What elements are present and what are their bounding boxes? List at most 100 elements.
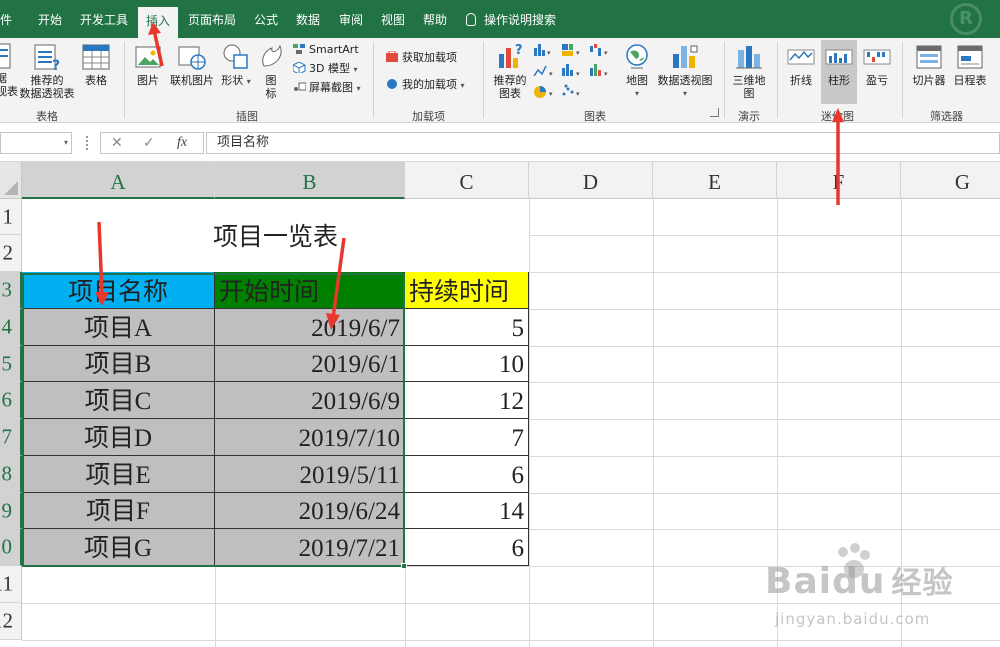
row-header-12[interactable]: 12 [0, 603, 22, 640]
table-cell[interactable]: 14 [405, 493, 529, 529]
tab-review[interactable]: 审阅 [339, 0, 363, 38]
svg-text:▾: ▾ [549, 90, 553, 98]
table-cell[interactable]: 2019/6/7 [215, 309, 405, 346]
line-sparkline-button[interactable]: 折线 [783, 42, 819, 87]
winloss-sparkline-button[interactable]: 盈亏 [859, 42, 895, 87]
table-button[interactable]: 表格 [79, 42, 113, 87]
column-header-g[interactable]: G [901, 162, 1000, 199]
name-box[interactable]: ▾ [0, 132, 72, 154]
row-header-1[interactable]: 1 [0, 199, 22, 235]
table-cell[interactable]: 6 [405, 529, 529, 566]
row-header-7[interactable]: 7 [0, 419, 22, 456]
tell-me-search[interactable]: 操作说明搜索 [466, 0, 556, 38]
table-cell[interactable]: 项目B [22, 346, 215, 382]
table-cell[interactable]: 项目E [22, 456, 215, 493]
get-addins-button[interactable]: 获取加载项 [386, 49, 457, 66]
online-picture-button[interactable]: 联机图片 [166, 42, 218, 87]
column-sparkline-button[interactable]: 柱形 [821, 40, 857, 104]
row-header-8[interactable]: 8 [0, 456, 22, 493]
column-header-a[interactable]: A [22, 162, 215, 199]
table-cell[interactable]: 项目F [22, 493, 215, 529]
tab-view[interactable]: 视图 [381, 0, 405, 38]
table-cell[interactable]: 12 [405, 382, 529, 419]
icons-label-2: 标 [265, 87, 277, 100]
column-header-e[interactable]: E [653, 162, 777, 199]
timeline-button[interactable]: 日程表 [949, 42, 991, 87]
picture-button[interactable]: 图片 [131, 42, 165, 87]
chevron-down-icon: ▾ [460, 81, 465, 90]
slicer-icon [916, 45, 942, 69]
select-all-corner[interactable] [0, 162, 22, 199]
tab-data[interactable]: 数据 [296, 0, 320, 38]
row-header-10[interactable]: 10 [0, 529, 22, 566]
3d-map-button[interactable]: 三维地 图 [729, 42, 769, 100]
formula-input[interactable]: 项目名称 [206, 132, 1000, 154]
row-header-3[interactable]: 3 [0, 272, 22, 309]
icons-button[interactable]: 图 标 [256, 42, 286, 100]
table-cell[interactable]: 项目C [22, 382, 215, 419]
table-cell[interactable]: 项目A [22, 309, 215, 346]
icons-icon [262, 44, 282, 67]
smartart-button[interactable]: SmartArt [293, 41, 359, 58]
tab-home[interactable]: 开始 [38, 0, 62, 38]
fill-handle[interactable] [401, 563, 407, 569]
tab-page-layout[interactable]: 页面布局 [188, 0, 236, 38]
header-cell[interactable]: 项目名称 [22, 272, 215, 309]
row-header-9[interactable]: 9 [0, 493, 22, 529]
shapes-button[interactable]: 形状 ▾ [219, 42, 253, 88]
svg-text:?: ? [52, 58, 60, 72]
sheet-title-cell[interactable]: 项目一览表 [22, 199, 529, 272]
cancel-icon[interactable]: ✕ [111, 135, 123, 151]
tab-insert[interactable]: 插入 [138, 7, 179, 38]
row-header-6[interactable]: 6 [0, 382, 22, 419]
smartart-icon [293, 44, 305, 54]
tab-developer[interactable]: 开发工具 [80, 0, 128, 38]
table-cell[interactable]: 项目D [22, 419, 215, 456]
tab-formulas[interactable]: 公式 [254, 0, 278, 38]
table-cell[interactable]: 2019/6/24 [215, 493, 405, 529]
header-cell[interactable]: 开始时间 [215, 272, 405, 309]
enter-check-icon[interactable]: ✓ [143, 135, 155, 151]
table-cell[interactable]: 2019/6/1 [215, 346, 405, 382]
group-separator [902, 42, 903, 118]
pivot-table-button[interactable]: 据 视表 [0, 42, 18, 98]
recommended-charts-label-2: 图表 [499, 87, 521, 100]
column-header-c[interactable]: C [405, 162, 529, 199]
table-cell[interactable]: 6 [405, 456, 529, 493]
pivot-chart-button[interactable]: 数据透视图 ▾ [656, 42, 714, 100]
table-cell[interactable]: 2019/6/9 [215, 382, 405, 419]
picture-label: 图片 [137, 74, 159, 87]
maps-button[interactable]: 地图 ▾ [620, 42, 654, 100]
insert-ribbon: 据 视表 ? 推荐的 数据透视表 表格 表格 图片 联机图片 形状 ▾ 图 标 … [0, 38, 1000, 123]
charts-dialog-launcher[interactable] [710, 108, 719, 117]
table-cell[interactable]: 10 [405, 346, 529, 382]
table-cell[interactable]: 2019/7/21 [215, 529, 405, 566]
table-cell[interactable]: 2019/7/10 [215, 419, 405, 456]
screenshot-button[interactable]: 屏幕截图 ▾ [293, 79, 361, 96]
column-header-d[interactable]: D [529, 162, 653, 199]
recommended-pivot-label-2: 数据透视表 [19, 87, 75, 100]
statistic-chart-icon: ▾ [562, 64, 580, 78]
slicer-button[interactable]: 切片器 [908, 42, 950, 87]
table-cell[interactable]: 2019/5/11 [215, 456, 405, 493]
row-header-4[interactable]: 4 [0, 309, 22, 346]
table-cell[interactable]: 项目G [22, 529, 215, 566]
group-separator [724, 42, 725, 118]
formula-bar-splitter[interactable] [86, 136, 88, 150]
column-header-f[interactable]: F [777, 162, 901, 199]
header-cell[interactable]: 持续时间 [405, 272, 529, 309]
tab-help[interactable]: 帮助 [423, 0, 447, 38]
ribbon-tab-bar: 件 开始 开发工具 插入 页面布局 公式 数据 审阅 视图 帮助 操作说明搜索 … [0, 0, 1000, 38]
table-cell[interactable]: 5 [405, 309, 529, 346]
3d-model-button[interactable]: 3D 模型 ▾ [293, 60, 357, 77]
column-header-b[interactable]: B [215, 162, 405, 199]
insert-function-icon[interactable]: fx [177, 135, 187, 151]
recommended-pivot-button[interactable]: ? 推荐的 数据透视表 [18, 42, 76, 100]
recommended-charts-button[interactable]: ? 推荐的 图表 [490, 42, 530, 100]
row-header-11[interactable]: 11 [0, 566, 22, 603]
tab-file[interactable]: 件 [0, 0, 12, 38]
row-header-5[interactable]: 5 [0, 346, 22, 382]
row-header-2[interactable]: 2 [0, 235, 22, 272]
my-addins-button[interactable]: 我的加载项 ▾ [386, 76, 465, 93]
table-cell[interactable]: 7 [405, 419, 529, 456]
